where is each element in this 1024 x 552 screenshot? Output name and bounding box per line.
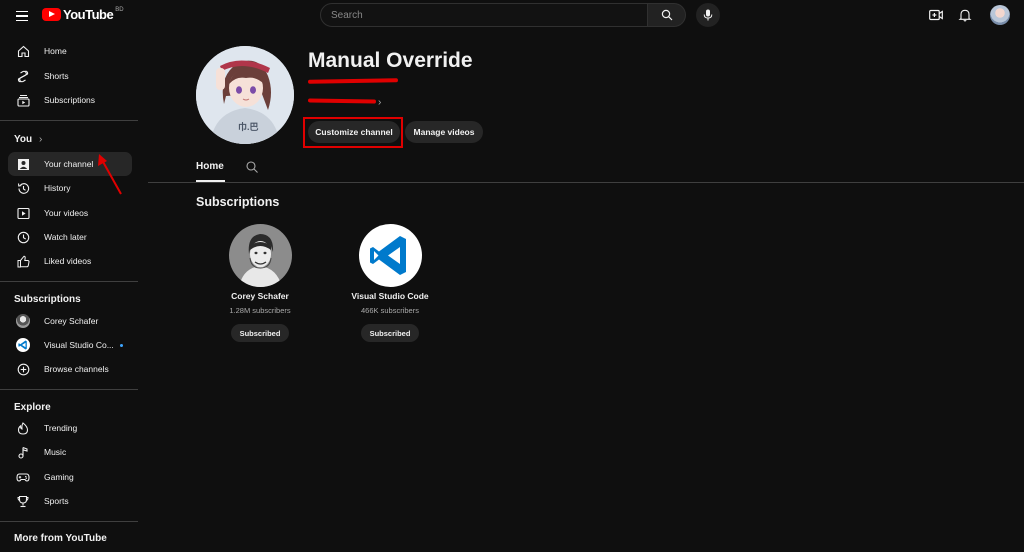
subscribed-button[interactable]: Subscribed [360, 324, 420, 342]
channel-avatar[interactable]: 巾.巴 [196, 46, 294, 144]
vscode-avatar[interactable] [358, 224, 422, 287]
watch-later-icon [16, 230, 30, 244]
sidebar-item-label: History [44, 183, 71, 193]
subscriber-count: 1.28M subscribers [229, 306, 291, 315]
sidebar-item-watch-later[interactable]: Watch later [8, 225, 132, 249]
sidebar-item-label: Subscriptions [44, 95, 96, 105]
search-icon [661, 9, 672, 21]
youtube-play-icon [42, 8, 61, 21]
chevron-right-icon[interactable]: › [378, 97, 381, 108]
subscribed-button[interactable]: Subscribed [230, 324, 290, 342]
gaming-icon [16, 470, 30, 484]
sidebar-item-your-videos[interactable]: Your videos [8, 201, 132, 225]
menu-icon[interactable] [12, 6, 32, 26]
channel-tabs: Home [148, 152, 1024, 183]
subscription-card-visual-studio-code: Visual Studio Code 466K subscribers Subs… [328, 224, 452, 342]
subscriber-count: 466K subscribers [361, 306, 419, 315]
sidebar-item-label: Watch later [44, 232, 87, 242]
sidebar: Home Shorts Subscriptions You › Your cha… [0, 31, 140, 552]
sidebar-item-trending[interactable]: Trending [8, 416, 132, 440]
sidebar-item-your-channel[interactable]: Your channel [8, 152, 132, 176]
search-bar [320, 3, 686, 27]
sports-icon [16, 494, 30, 508]
sidebar-item-visual-studio-code[interactable]: Visual Studio Co... [8, 333, 132, 357]
your-channel-icon [16, 157, 30, 171]
sidebar-item-label: Liked videos [44, 256, 92, 266]
sidebar-item-label: Home [44, 46, 67, 56]
subscription-card-corey-schafer: Corey Schafer 1.28M subscribers Subscrib… [198, 224, 322, 342]
sidebar-item-shorts[interactable]: Shorts [8, 64, 132, 88]
vscode-logo-icon [358, 224, 422, 287]
sidebar-item-subscriptions[interactable]: Subscriptions [8, 88, 132, 112]
browse-channels-icon [16, 362, 30, 376]
vscode-avatar [16, 338, 30, 352]
channel-name: Manual Override [308, 49, 473, 72]
logo-text: YouTube [63, 7, 114, 22]
anime-girl-avatar-image: 巾.巴 [196, 46, 294, 144]
svg-text:巾.巴: 巾.巴 [238, 121, 259, 132]
manage-videos-button[interactable]: Manage videos [405, 121, 483, 143]
sidebar-explore-heading: Explore [14, 402, 51, 413]
sidebar-item-label: Browse channels [44, 364, 109, 374]
your-videos-icon [16, 206, 30, 220]
shorts-icon [16, 69, 30, 83]
sidebar-item-label: Music [44, 447, 67, 457]
liked-videos-icon [16, 254, 30, 268]
sidebar-item-gaming[interactable]: Gaming [8, 465, 132, 489]
new-content-dot [119, 343, 123, 347]
sidebar-item-corey-schafer[interactable]: Corey Schafer [8, 309, 132, 333]
sidebar-item-label: Your channel [44, 159, 94, 169]
sidebar-item-label: Your videos [44, 208, 89, 218]
sidebar-item-label: Visual Studio Co... [44, 340, 114, 350]
microphone-icon [703, 9, 713, 21]
subscriptions-icon [16, 93, 30, 107]
sidebar-you-heading[interactable]: You › [14, 134, 42, 145]
sidebar-divider [0, 521, 138, 522]
sidebar-item-history[interactable]: History [8, 176, 132, 200]
notifications-bell-icon[interactable] [958, 8, 972, 22]
sidebar-item-label: Sports [44, 496, 69, 506]
sidebar-item-label: Corey Schafer [44, 316, 99, 326]
chevron-right-icon: › [38, 134, 43, 145]
sidebar-item-liked-videos[interactable]: Liked videos [8, 249, 132, 273]
youtube-logo[interactable]: YouTube BD [42, 7, 124, 22]
sidebar-item-label: Gaming [44, 472, 74, 482]
create-video-icon[interactable] [929, 9, 943, 21]
sidebar-item-sports[interactable]: Sports [8, 489, 132, 513]
top-bar: YouTube BD [0, 0, 1024, 31]
account-avatar[interactable] [990, 5, 1010, 25]
logo-country-code: BD [115, 6, 124, 13]
subscription-channel-name[interactable]: Corey Schafer [231, 291, 289, 301]
sidebar-item-label: Shorts [44, 71, 69, 81]
sidebar-item-home[interactable]: Home [8, 39, 132, 63]
subscription-channel-name[interactable]: Visual Studio Code [351, 291, 428, 301]
corey-schafer-avatar [16, 314, 30, 328]
voice-search-button[interactable] [696, 3, 720, 27]
you-heading-label: You [14, 134, 33, 145]
sidebar-more-heading: More from YouTube [14, 533, 107, 544]
corey-schafer-avatar[interactable] [228, 224, 292, 287]
subscriptions-section-title: Subscriptions [196, 195, 280, 209]
sidebar-divider [0, 120, 138, 121]
sidebar-item-music[interactable]: Music [8, 440, 132, 464]
active-tab-indicator [196, 180, 225, 182]
music-icon [16, 445, 30, 459]
tab-home[interactable]: Home [196, 161, 224, 172]
redacted-channel-description[interactable] [307, 98, 377, 104]
sidebar-subscriptions-heading: Subscriptions [14, 294, 81, 305]
annotation-highlight-box [303, 117, 403, 148]
search-icon[interactable] [245, 160, 259, 174]
history-icon [16, 181, 30, 195]
sidebar-divider [0, 281, 138, 282]
trending-icon [16, 421, 30, 435]
home-icon [16, 44, 30, 58]
search-input[interactable] [320, 3, 648, 27]
sidebar-item-label: Trending [44, 423, 78, 433]
annotation-arrow [98, 154, 122, 195]
sidebar-divider [0, 389, 138, 390]
corey-schafer-portrait [228, 224, 292, 287]
sidebar-item-browse-channels[interactable]: Browse channels [8, 357, 132, 381]
search-button[interactable] [648, 3, 686, 27]
redacted-channel-handle [307, 78, 399, 84]
